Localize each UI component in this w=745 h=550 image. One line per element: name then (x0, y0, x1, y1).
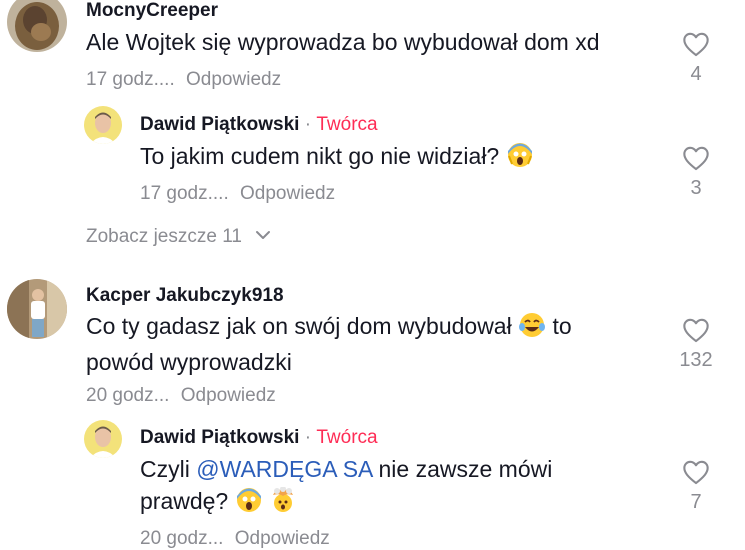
reply-button[interactable]: Odpowiedz (186, 69, 281, 90)
comment-username[interactable]: MocnyCreeper (86, 0, 218, 22)
avatar[interactable] (84, 106, 122, 144)
chevron-down-icon (256, 231, 271, 239)
exploding-head-emoji (269, 486, 297, 521)
creator-badge: Twórca (316, 427, 378, 448)
separator: · (304, 427, 312, 448)
heart-icon (683, 318, 709, 343)
scream-emoji (506, 142, 534, 176)
like-button[interactable]: 3 (676, 145, 716, 200)
like-count: 132 (679, 349, 713, 371)
reply-button[interactable]: Odpowiedz (181, 385, 276, 406)
heart-icon (683, 146, 709, 171)
comment-meta: 17 godz.... Odpowiedz (86, 69, 281, 91)
reply-time: 20 godz... (140, 528, 224, 549)
heart-icon (683, 32, 709, 57)
comment-time: 17 godz.... (86, 69, 175, 90)
reply-button[interactable]: Odpowiedz (240, 183, 335, 204)
like-count: 7 (690, 491, 702, 513)
comment-username[interactable]: Kacper Jakubczyk918 (86, 285, 284, 307)
heart-icon (683, 460, 709, 485)
reply-meta: 17 godz.... Odpowiedz (140, 183, 335, 205)
comment-text: Ale Wojtek się wyprowadza bo wybudował d… (86, 29, 600, 55)
comment-text: Co ty gadasz jak on swój dom wybudował t… (86, 312, 572, 375)
like-count: 3 (690, 177, 702, 199)
view-more-label: Zobacz jeszcze 11 (86, 226, 242, 247)
avatar[interactable] (7, 279, 67, 339)
like-button[interactable]: 132 (676, 317, 716, 372)
separator: · (304, 114, 312, 135)
reply-username[interactable]: Dawid Piątkowski · Twórca (140, 114, 378, 136)
like-count: 4 (690, 63, 702, 85)
reply-time: 17 godz.... (140, 183, 229, 204)
scream-emoji (235, 487, 263, 521)
like-button[interactable]: 7 (676, 459, 716, 514)
avatar[interactable] (84, 420, 122, 458)
view-more-replies-button[interactable]: Zobacz jeszcze 11 (86, 226, 271, 248)
reply-button[interactable]: Odpowiedz (235, 528, 330, 549)
reply-username[interactable]: Dawid Piątkowski · Twórca (140, 427, 378, 449)
reply-meta: 20 godz... Odpowiedz (140, 528, 330, 550)
like-button[interactable]: 4 (676, 31, 716, 86)
comment-meta: 20 godz... Odpowiedz (86, 385, 276, 407)
comment-time: 20 godz... (86, 385, 170, 406)
reply-text: Czyli @WARDĘGA SA nie zawsze mówi prawdę… (140, 453, 552, 521)
mention-link[interactable]: @WARDĘGA SA (196, 456, 372, 482)
avatar[interactable] (7, 0, 67, 52)
reply-text: To jakim cudem nikt go nie widział? (140, 140, 534, 176)
laughing-tears-emoji (518, 312, 546, 346)
creator-badge: Twórca (316, 114, 378, 135)
